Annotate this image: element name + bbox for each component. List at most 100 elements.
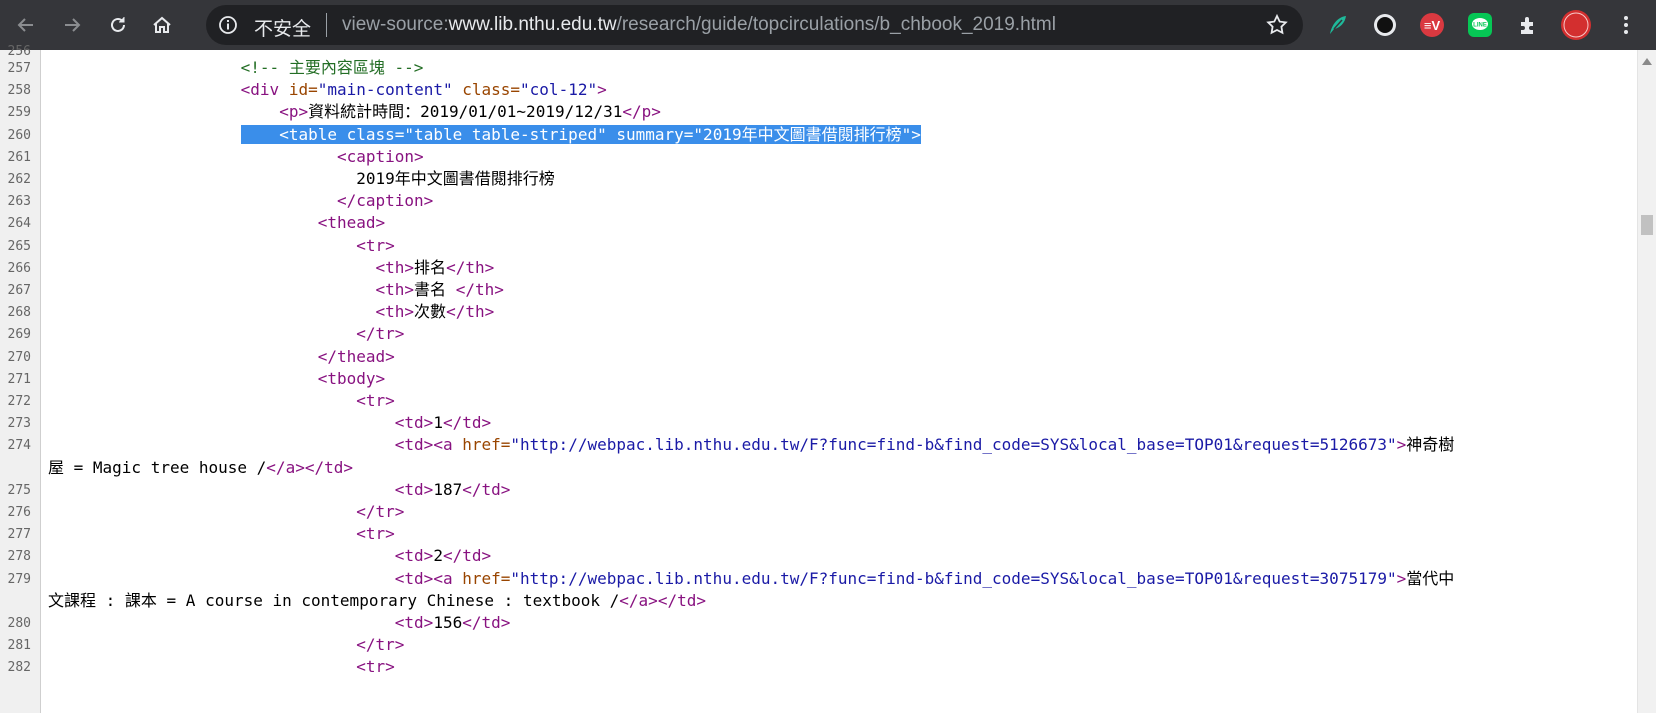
scrollbar-thumb[interactable] [1641, 215, 1653, 235]
code-token: 書名 [414, 280, 456, 299]
line-number: 262 [7, 172, 31, 187]
code-line: <td>156</td> [48, 613, 511, 633]
info-icon[interactable] [218, 15, 238, 35]
code-token: <table [240, 124, 347, 144]
address-bar[interactable]: 不安全 view-source:www.lib.nthu.edu.tw/rese… [206, 5, 1303, 45]
code-line: <p>資料統計時間：2019/01/01~2019/12/31</p> [48, 102, 661, 122]
code-token: <tbody> [317, 368, 386, 388]
url-text[interactable]: view-source:www.lib.nthu.edu.tw/research… [342, 14, 1056, 36]
line-number: 278 [7, 549, 31, 565]
code-token: </th> [446, 257, 495, 277]
code-token: <td> [394, 413, 434, 433]
profile-seal-avatar[interactable] [1560, 9, 1592, 41]
code-token: <td><a [394, 568, 463, 588]
code-token: > [597, 80, 607, 100]
code-token: <th> [375, 302, 415, 322]
code-token: href= [462, 435, 511, 455]
code-token: </th> [455, 280, 504, 299]
url-host: www.lib.nthu.edu.tw [448, 14, 617, 35]
code-line: </tr> [48, 324, 404, 344]
code-line: <th>次數</th> [48, 302, 495, 322]
line-number: 282 [7, 660, 31, 676]
code-line: <td><a href="http://webpac.lib.nthu.edu.… [48, 569, 1454, 589]
code-token: </td> [462, 613, 511, 632]
code-token: </a></td> [619, 590, 706, 610]
code-line: <td>1</td> [48, 413, 491, 433]
code-token: 187 [433, 479, 463, 499]
code-line: </tr> [48, 502, 404, 522]
vertical-scrollbar[interactable] [1637, 50, 1656, 713]
code-line: <th>排名</th> [48, 257, 495, 278]
code-token: <td> [394, 479, 434, 499]
code-line: <thead> [48, 213, 385, 233]
code-token: <tr> [356, 657, 395, 677]
line-extension-icon[interactable]: LINE [1466, 11, 1494, 39]
puzzle-extensions-icon[interactable] [1515, 11, 1543, 39]
code-token: "http://webpac.lib.nthu.edu.tw/F?func=fi… [510, 568, 1397, 588]
code-line: <tr> [48, 657, 395, 677]
code-token: </td> [442, 546, 492, 566]
code-token: > [1396, 435, 1407, 455]
code-token: 當代中 [1406, 568, 1455, 588]
kebab-menu-icon [1624, 16, 1628, 34]
expressvpn-extension-icon[interactable]: ≡V [1418, 11, 1446, 39]
code-line: <td>2</td> [48, 546, 491, 566]
code-token: </tr> [356, 502, 405, 521]
scroll-up-arrow-icon[interactable] [1642, 58, 1652, 65]
forward-button[interactable] [56, 9, 88, 41]
feather-extension-icon[interactable] [1323, 11, 1351, 39]
code-line: <td><a href="http://webpac.lib.nthu.edu.… [48, 435, 1454, 455]
browser-menu-button[interactable] [1612, 11, 1640, 39]
reload-button[interactable] [102, 9, 134, 41]
code-token: 1 [433, 413, 443, 433]
line-number: 265 [7, 238, 31, 254]
code-line: 2019年中文圖書借閱排行榜 [48, 169, 555, 189]
code-token: </thead> [317, 346, 395, 366]
back-button[interactable] [10, 9, 42, 41]
code-token: <th> [375, 257, 415, 277]
line-number: 264 [7, 216, 31, 232]
code-token: </caption> [336, 191, 434, 211]
bookmark-star-icon[interactable] [1265, 13, 1289, 37]
line-number: 268 [7, 305, 31, 321]
url-prefix: view-source: [342, 14, 449, 35]
code-line: <td>187</td> [48, 479, 511, 500]
code-line: <th>書名 </th> [48, 280, 504, 300]
code-token: 排名 [414, 257, 447, 277]
line-number: 281 [7, 638, 31, 654]
code-token: 次數 [414, 302, 447, 322]
url-path: /research/guide/topcirculations/b_chbook… [616, 14, 1056, 35]
code-line: <tr> [48, 391, 395, 411]
line-number: 266 [7, 260, 31, 276]
code-token: > [1396, 568, 1407, 588]
home-button[interactable] [146, 9, 178, 41]
code-token: </tr> [356, 635, 405, 655]
code-token: <th> [375, 280, 415, 299]
line-number: 256 [7, 44, 31, 59]
code-token: </td> [462, 479, 511, 499]
line-number: 274 [7, 438, 31, 454]
code-token: <tr> [356, 524, 395, 544]
forward-arrow-icon [65, 18, 81, 32]
circle-extension-icon[interactable] [1371, 11, 1399, 39]
code-token: <td> [394, 546, 434, 566]
code-line: 屋 = Magic tree house /</a></td> [48, 458, 353, 478]
security-status-label[interactable]: 不安全 [254, 14, 311, 41]
line-number: 279 [7, 571, 31, 587]
code-token: <tr> [356, 391, 395, 410]
code-line: </caption> [48, 191, 433, 211]
line-number: 280 [7, 616, 31, 631]
code-token: </th> [446, 302, 495, 322]
code-token: </tr> [356, 324, 405, 344]
